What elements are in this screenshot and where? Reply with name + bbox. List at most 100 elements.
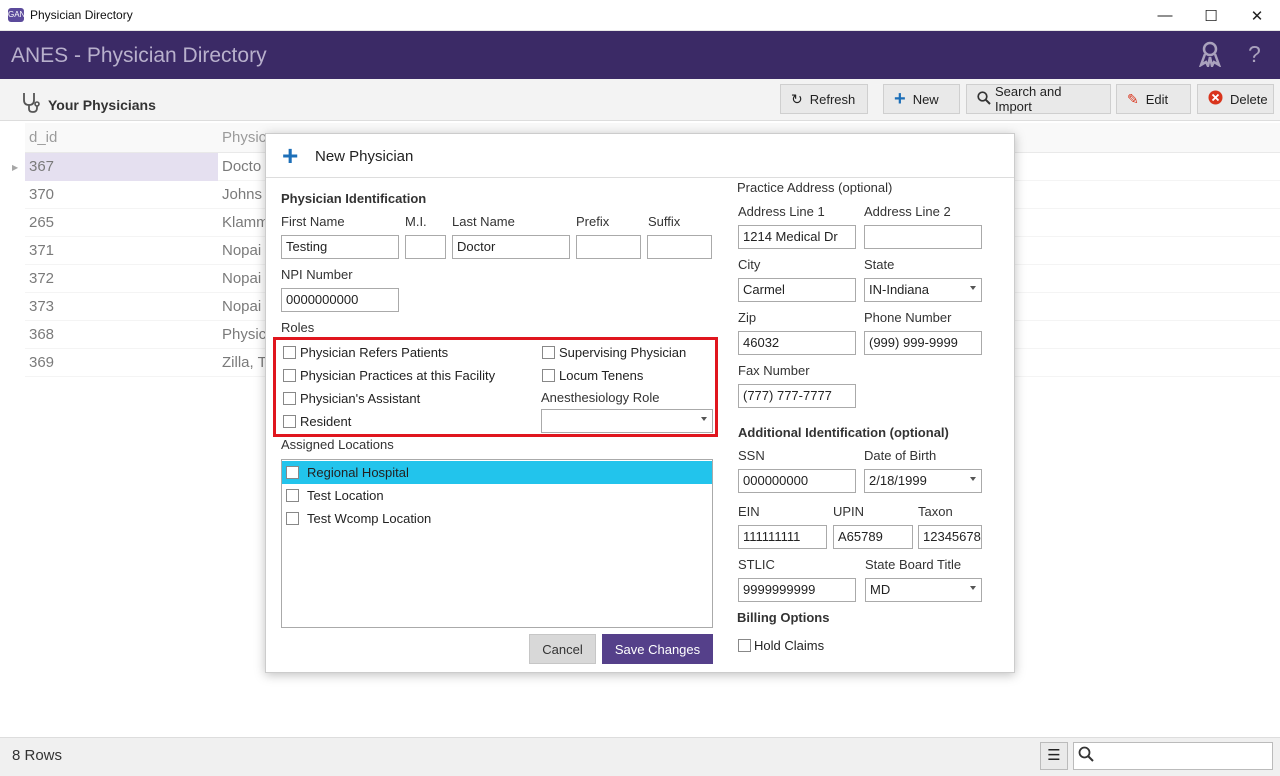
mi-field[interactable] [405, 235, 446, 259]
save-changes-button[interactable]: Save Changes [602, 634, 713, 664]
phone-label: Phone Number [864, 310, 952, 325]
dropdown-arrow-icon [970, 477, 976, 481]
practices-facility-checkbox[interactable]: Physician Practices at this Facility [283, 368, 495, 383]
cancel-button[interactable]: Cancel [529, 634, 596, 664]
dropdown-arrow-icon [970, 586, 976, 590]
city-field[interactable]: Carmel [738, 278, 856, 302]
app-header: ANES - Physician Directory ? [0, 31, 1280, 79]
list-item[interactable]: Regional Hospital [282, 461, 712, 484]
physician-identification-heading: Physician Identification [281, 191, 427, 206]
supervising-checkbox[interactable]: Supervising Physician [542, 345, 686, 360]
row-count: 8 Rows [12, 747, 63, 764]
resident-checkbox[interactable]: Resident [283, 414, 351, 429]
edit-label: Edit [1145, 91, 1169, 107]
stethoscope-icon [20, 91, 40, 118]
city-label: City [738, 257, 761, 272]
ein-field[interactable]: 111111111 [738, 525, 827, 549]
checkbox-box[interactable] [283, 369, 296, 382]
address-line2-field[interactable] [864, 225, 982, 249]
search-import-button[interactable]: Search and Import [966, 84, 1111, 114]
prefix-field[interactable] [576, 235, 641, 259]
checkbox-box[interactable] [283, 415, 296, 428]
search-import-label: Search and Import [995, 84, 1062, 114]
zip-field[interactable]: 46032 [738, 331, 856, 355]
dob-picker[interactable]: 2/18/1999 [864, 469, 982, 493]
state-label: State [864, 257, 895, 272]
new-button[interactable]: + New [883, 84, 960, 114]
refresh-label: Refresh [809, 91, 856, 107]
billing-options-heading: Billing Options [737, 610, 830, 625]
last-name-field[interactable]: Doctor [452, 235, 570, 259]
assistant-label: Physician's Assistant [300, 391, 421, 406]
state-select[interactable]: IN-Indiana [864, 278, 982, 302]
edit-button[interactable]: ✎ Edit [1116, 84, 1191, 114]
minimize-button[interactable]: — [1142, 0, 1188, 31]
prefix-label: Prefix [576, 214, 610, 229]
refers-patients-label: Physician Refers Patients [300, 345, 449, 360]
dialog-title: New Physician [315, 148, 414, 165]
delete-button[interactable]: Delete [1197, 84, 1274, 114]
state-value: IN-Indiana [869, 282, 929, 297]
stlic-field[interactable]: 9999999999 [738, 578, 856, 602]
menu-icon[interactable]: ☰ [1040, 742, 1068, 770]
list-item[interactable]: Test Wcomp Location [282, 507, 712, 530]
roles-heading: Roles [281, 320, 315, 335]
grid-search-input[interactable] [1073, 742, 1273, 770]
fax-label: Fax Number [738, 363, 810, 378]
checkbox-box[interactable] [286, 512, 299, 525]
taxon-field[interactable]: 12345678 [918, 525, 982, 549]
help-icon[interactable]: ? [1248, 41, 1261, 68]
delete-label: Delete [1230, 91, 1268, 107]
ssn-field[interactable]: 000000000 [738, 469, 856, 493]
refers-patients-checkbox[interactable]: Physician Refers Patients [283, 345, 448, 360]
checkbox-box[interactable] [283, 392, 296, 405]
checkbox-box[interactable] [542, 369, 555, 382]
board-title-select[interactable]: MD [865, 578, 982, 602]
board-title-label: State Board Title [865, 557, 962, 572]
window-title: Physician Directory [30, 8, 133, 22]
checkbox-box[interactable] [286, 466, 299, 479]
checkbox-box[interactable] [283, 346, 296, 359]
close-button[interactable]: ✕ [1234, 0, 1280, 31]
npi-label: NPI Number [281, 267, 353, 282]
section-title-text: Your Physicians [48, 96, 156, 113]
phone-field[interactable]: (999) 999-9999 [864, 331, 982, 355]
mi-label: M.I. [405, 214, 427, 229]
upin-field[interactable]: A65789 [833, 525, 913, 549]
resident-label: Resident [300, 414, 352, 429]
locum-tenens-checkbox[interactable]: Locum Tenens [542, 368, 643, 383]
maximize-button[interactable]: ☐ [1188, 0, 1234, 31]
toolbar: Your Physicians ↻ Refresh + New Search a… [0, 79, 1280, 121]
checkbox-box[interactable] [286, 489, 299, 502]
checkbox-box[interactable] [542, 346, 555, 359]
search-icon [977, 90, 991, 108]
fax-field[interactable]: (777) 777-7777 [738, 384, 856, 408]
address-line1-field[interactable]: 1214 Medical Dr [738, 225, 856, 249]
supervising-label: Supervising Physician [559, 345, 687, 360]
anesthesiology-role-select[interactable] [541, 409, 713, 433]
dob-label: Date of Birth [864, 448, 937, 463]
npi-field[interactable]: 0000000000 [281, 288, 399, 312]
window-controls: — ☐ ✕ [1142, 0, 1280, 31]
hold-claims-checkbox[interactable]: Hold Claims [738, 638, 824, 653]
zip-label: Zip [738, 310, 757, 325]
suffix-field[interactable] [647, 235, 712, 259]
upin-label: UPIN [833, 504, 865, 519]
checkbox-box[interactable] [738, 639, 751, 652]
suffix-label: Suffix [648, 214, 681, 229]
plus-icon: + [282, 140, 299, 171]
location-label: Test Wcomp Location [307, 511, 432, 526]
assistant-checkbox[interactable]: Physician's Assistant [283, 391, 420, 406]
dialog-header: + New Physician [266, 134, 1014, 178]
section-title: Your Physicians [20, 91, 156, 118]
first-name-field[interactable]: Testing [281, 235, 399, 259]
status-bar: 8 Rows ☰ [0, 737, 1280, 776]
ribbon-icon[interactable] [1198, 41, 1222, 73]
new-label: New [912, 91, 939, 107]
assigned-locations-heading: Assigned Locations [281, 437, 394, 452]
list-item[interactable]: Test Location [282, 484, 712, 507]
locum-tenens-label: Locum Tenens [559, 368, 644, 383]
new-physician-dialog: + New Physician Physician Identification… [265, 133, 1015, 673]
locations-list[interactable]: Regional Hospital Test Location Test Wco… [281, 459, 713, 628]
refresh-button[interactable]: ↻ Refresh [780, 84, 868, 114]
